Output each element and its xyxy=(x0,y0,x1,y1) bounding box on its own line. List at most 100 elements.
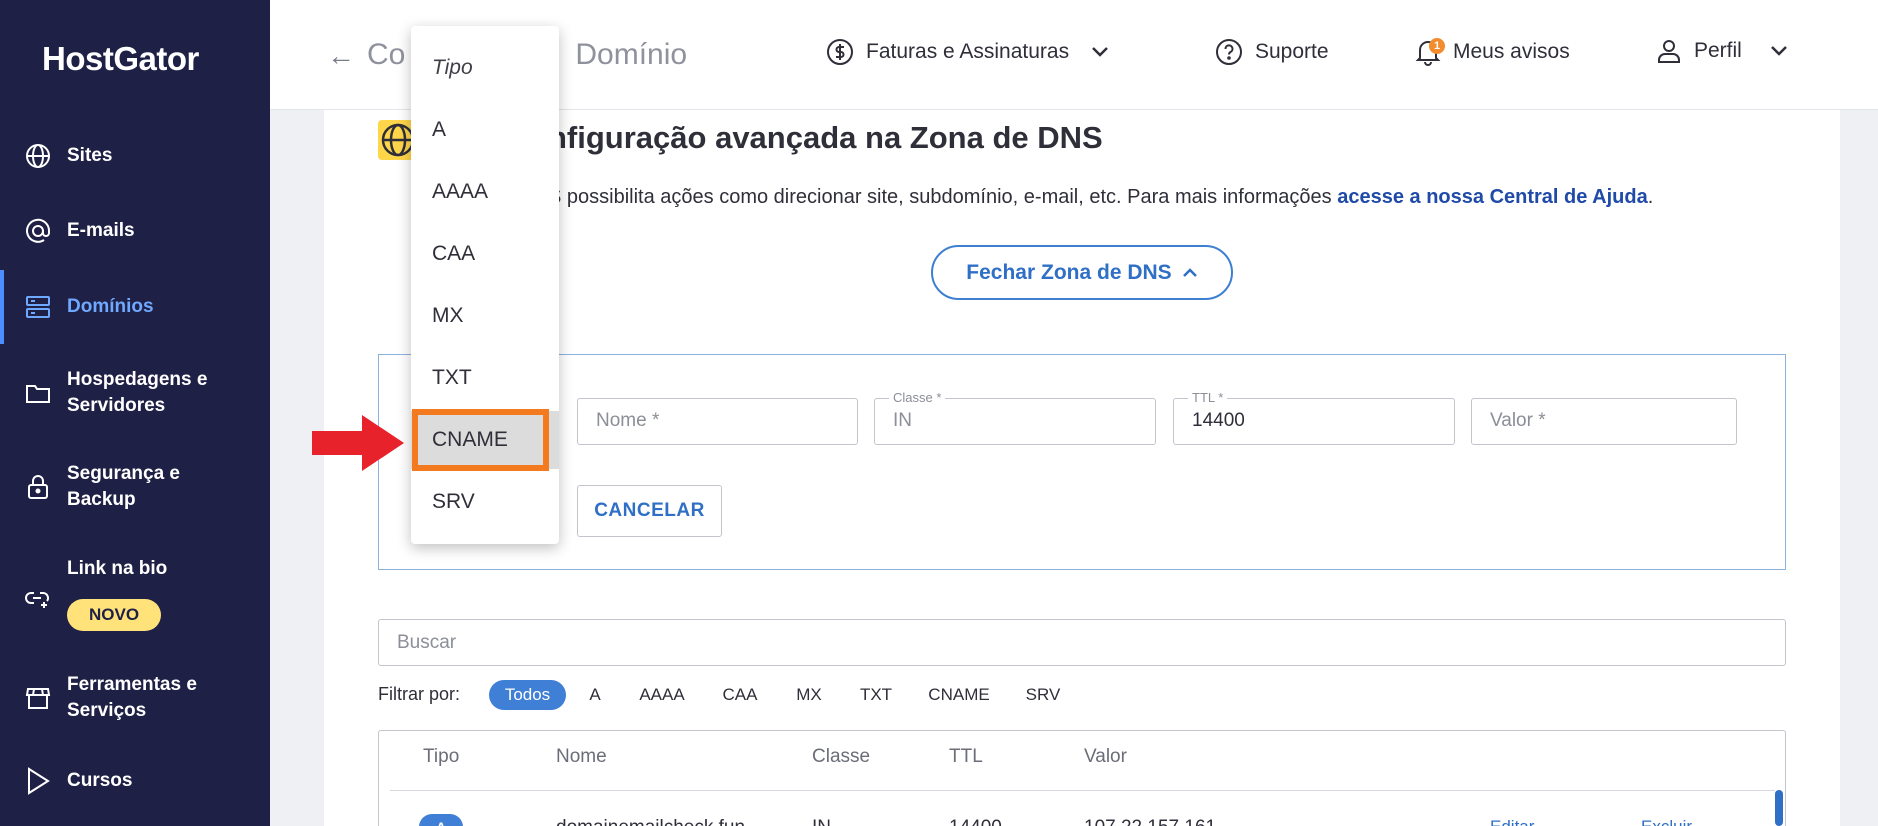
dropdown-option-srv[interactable]: SRV xyxy=(411,473,559,531)
sidebar-item-dominios[interactable]: Domínios xyxy=(0,270,270,344)
sidebar-item-ferramentas[interactable]: Ferramentas e Serviços xyxy=(0,670,270,726)
row-tipo-badge: A xyxy=(419,814,463,826)
column-header-classe: Classe xyxy=(812,746,871,767)
close-dns-label: Fechar Zona de DNS xyxy=(966,260,1172,284)
play-icon xyxy=(24,767,52,795)
billing-label: Faturas e Assinaturas xyxy=(866,40,1070,63)
tipo-dropdown: Tipo A AAAA CAA MX TXT CNAME SRV xyxy=(411,26,559,544)
support-label: Suporte xyxy=(1255,40,1329,63)
sidebar-item-label: Backup xyxy=(67,489,136,510)
column-header-tipo: Tipo xyxy=(423,746,460,767)
chevron-down-icon xyxy=(1770,46,1787,56)
sidebar-item-label: Cursos xyxy=(67,770,133,791)
ttl-label: TTL * xyxy=(1188,390,1228,405)
row-valor: 107.22.157.161 xyxy=(1084,817,1216,826)
dollar-icon xyxy=(827,39,853,65)
ttl-input[interactable]: TTL * 14400 xyxy=(1173,390,1455,445)
sidebar-item-label: Ferramentas e xyxy=(67,674,197,695)
sidebar-item-sites[interactable]: Sites xyxy=(0,142,270,170)
sidebar-item-label: Hospedagens e xyxy=(67,369,208,390)
ttl-value: 14400 xyxy=(1192,410,1245,431)
filter-chip-aaaa[interactable]: AAAA xyxy=(633,680,691,710)
table-row[interactable]: A domainemailcheck.fun IN 14400 107.22.1… xyxy=(378,805,1786,826)
table-divider xyxy=(390,790,1775,791)
filter-chip-cname[interactable]: CNAME xyxy=(925,680,993,710)
row-edit-link[interactable]: Editar xyxy=(1490,817,1534,826)
filter-chip-mx[interactable]: MX xyxy=(789,680,829,710)
sidebar-item-label: Domínios xyxy=(67,296,154,317)
filter-chip-todos[interactable]: Todos xyxy=(489,680,566,710)
page-title-left: Co xyxy=(367,38,406,71)
chevron-up-icon xyxy=(1182,267,1197,277)
dropdown-option-mx[interactable]: MX xyxy=(411,287,559,345)
dropdown-option-caa[interactable]: CAA xyxy=(411,225,559,283)
help-icon xyxy=(1216,39,1242,65)
nome-input[interactable]: Nome * xyxy=(577,398,858,445)
search-input[interactable] xyxy=(379,620,1785,665)
sidebar-item-emails[interactable]: E-mails xyxy=(0,217,270,245)
description-end: . xyxy=(1647,186,1654,208)
column-header-valor: Valor xyxy=(1084,746,1127,767)
sidebar-item-hospedagens[interactable]: Hospedagens e Servidores xyxy=(0,365,270,421)
lock-icon xyxy=(24,473,52,501)
classe-value: IN xyxy=(893,410,912,431)
section-description: S possibilita ações como direcionar site… xyxy=(548,186,1653,209)
sidebar-item-link-na-bio[interactable]: Link na bio NOVO xyxy=(0,554,270,638)
dropdown-option-aaaa[interactable]: AAAA xyxy=(411,163,559,221)
dropdown-header-tipo: Tipo xyxy=(432,56,473,79)
dropdown-option-cname[interactable]: CNAME xyxy=(411,411,559,469)
nome-placeholder: Nome * xyxy=(596,410,660,431)
sidebar-item-label: Servidores xyxy=(67,395,166,416)
sidebar-item-label: Link na bio xyxy=(67,558,168,579)
filter-chip-txt[interactable]: TXT xyxy=(853,680,899,710)
sidebar-item-label: Serviços xyxy=(67,700,147,721)
sidebar-item-seguranca[interactable]: Segurança e Backup xyxy=(0,459,270,515)
dropdown-option-a[interactable]: A xyxy=(411,101,559,159)
sidebar-item-cursos[interactable]: Cursos xyxy=(0,767,270,795)
folder-icon xyxy=(24,379,52,407)
notification-count-badge: 1 xyxy=(1429,38,1445,54)
valor-input[interactable]: Valor * xyxy=(1471,398,1737,445)
filter-label: Filtrar por: xyxy=(378,684,461,704)
filter-chip-caa[interactable]: CAA xyxy=(716,680,764,710)
new-badge: NOVO xyxy=(67,599,162,631)
sidebar-item-label: Segurança e xyxy=(67,463,180,484)
search-box xyxy=(378,619,1786,666)
user-icon xyxy=(1658,40,1680,63)
help-center-link[interactable]: acesse a nossa Central de Ajuda xyxy=(1337,186,1648,208)
add-record-form xyxy=(378,354,1786,570)
row-ttl: 14400 xyxy=(949,817,1002,826)
link-icon xyxy=(24,584,52,612)
red-arrow-icon xyxy=(312,415,404,471)
close-dns-zone-button[interactable]: Fechar Zona de DNS xyxy=(931,245,1233,300)
table-scrollbar[interactable] xyxy=(1775,790,1783,826)
chevron-down-icon xyxy=(1092,47,1108,57)
description-text: S possibilita ações como direcionar site… xyxy=(548,186,1338,208)
section-title: nfiguração avançada na Zona de DNS xyxy=(548,120,1103,155)
server-icon xyxy=(24,293,52,321)
at-icon xyxy=(24,217,52,245)
billing-menu[interactable]: Faturas e Assinaturas xyxy=(826,38,1121,66)
cancel-button[interactable]: CANCELAR xyxy=(577,485,722,537)
column-header-ttl: TTL xyxy=(949,746,983,767)
dropdown-option-txt[interactable]: TXT xyxy=(411,349,559,407)
row-classe: IN xyxy=(812,817,831,826)
classe-label: Classe * xyxy=(889,390,946,405)
row-delete-link[interactable]: Excluir xyxy=(1641,817,1692,826)
support-link[interactable]: Suporte xyxy=(1215,38,1329,66)
globe-icon xyxy=(24,142,52,170)
store-icon xyxy=(24,684,52,712)
valor-placeholder: Valor * xyxy=(1490,410,1546,431)
classe-input: Classe * IN xyxy=(874,390,1156,445)
filter-chip-a[interactable]: A xyxy=(580,680,610,710)
notifications-label: Meus avisos xyxy=(1453,40,1570,63)
sidebar-item-label: E-mails xyxy=(67,220,135,241)
logo: HostGator xyxy=(42,40,199,77)
filter-chip-srv[interactable]: SRV xyxy=(1021,680,1065,710)
sidebar: HostGator Sites E-mails Domínios Hospeda… xyxy=(0,0,270,826)
page-title-right: Domínio xyxy=(575,38,688,71)
row-nome: domainemailcheck.fun xyxy=(556,817,745,826)
profile-menu[interactable]: Perfil xyxy=(1656,38,1800,64)
profile-label: Perfil xyxy=(1694,39,1742,62)
back-arrow-icon[interactable]: ← xyxy=(327,40,355,72)
